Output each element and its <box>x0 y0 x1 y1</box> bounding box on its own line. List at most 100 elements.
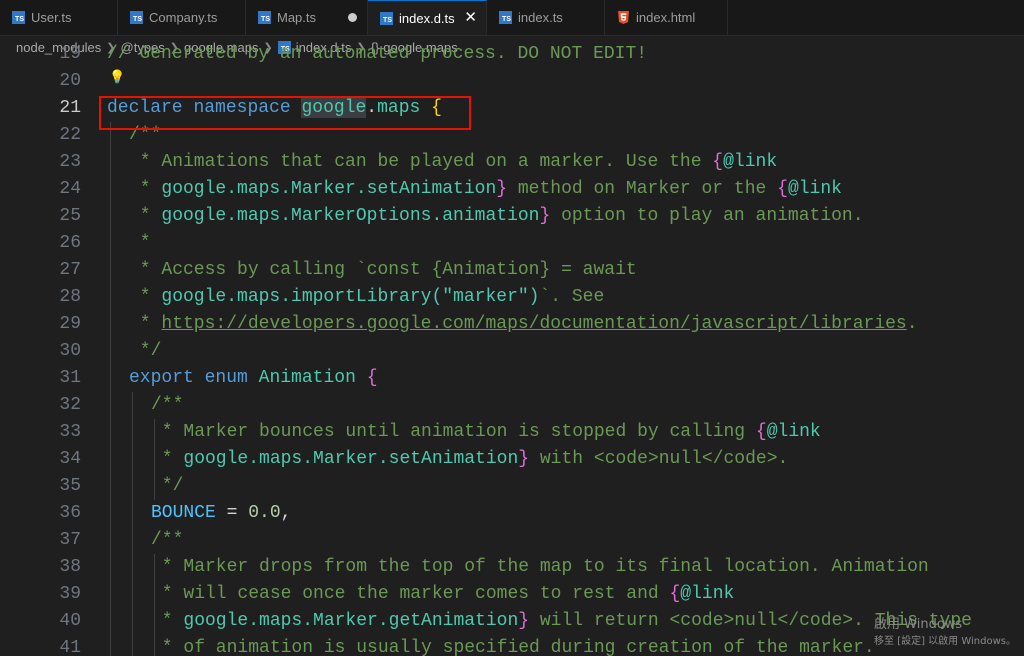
line-content: /** <box>151 392 183 419</box>
jsdoc-tag: @link <box>680 584 735 604</box>
comment-text: * Animations that can be played on a mar… <box>129 152 713 172</box>
line-content: * Animations that can be played on a mar… <box>129 149 777 176</box>
number-literal: 0.0 <box>248 503 281 523</box>
jsdoc-link-target: google.maps.MarkerOptions.animation <box>161 206 540 226</box>
code-line[interactable]: 30 */ <box>0 338 1024 365</box>
code-line[interactable]: 19 // Generated by an automated process. … <box>0 44 1024 68</box>
line-number: 19 <box>59 44 81 64</box>
jsdoc-link-target: google.maps.importLibrary("marker") <box>161 287 540 307</box>
tab-map-ts[interactable]: TS Map.ts <box>246 0 368 35</box>
line-number: 28 <box>59 287 81 307</box>
tab-index-d-ts[interactable]: TS index.d.ts ✕ <box>368 0 487 35</box>
code-line[interactable]: 20 <box>0 68 1024 95</box>
line-content: * will cease once the marker comes to re… <box>151 581 735 608</box>
line-content: export enum Animation { <box>129 365 378 392</box>
line-content: */ <box>129 338 162 365</box>
tab-label: Company.ts <box>149 10 218 25</box>
comment-text: * <box>151 449 184 469</box>
code-line[interactable]: 24 * google.maps.Marker.setAnimation} me… <box>0 176 1024 203</box>
indent-guide <box>154 419 155 500</box>
jsdoc-brace: } <box>518 449 530 469</box>
comment-text: /** <box>151 530 184 550</box>
comment-text: . <box>906 314 918 334</box>
jsdoc-link-target: google.maps.Marker.setAnimation <box>161 179 497 199</box>
line-number: 22 <box>59 125 81 145</box>
comment-text: * will cease once the marker comes to re… <box>151 584 670 604</box>
unsaved-dot-icon[interactable] <box>348 13 357 22</box>
comment-text: * <box>129 233 151 253</box>
jsdoc-tag: @link <box>787 179 842 199</box>
typescript-file-icon: TS <box>258 11 271 24</box>
code-editor[interactable]: 19 // Generated by an automated process. … <box>0 44 1024 656</box>
code-line[interactable]: 32 /** <box>0 392 1024 419</box>
comment-text: * Marker bounces until animation is stop… <box>151 422 756 442</box>
code-line[interactable]: 31 export enum Animation { <box>0 365 1024 392</box>
indent-guide <box>132 392 133 656</box>
html5-file-icon <box>617 11 630 24</box>
editor-tab-bar: TS User.ts TS Company.ts TS Map.ts TS in… <box>0 0 1024 36</box>
line-content: * Access by calling `const {Animation} =… <box>129 257 637 284</box>
line-number: 32 <box>59 395 81 415</box>
watermark-line2: 移至 [設定] 以啟用 Windows。 <box>874 636 1016 647</box>
jsdoc-brace: } <box>539 206 551 226</box>
typescript-file-icon: TS <box>12 11 25 24</box>
close-icon[interactable]: ✕ <box>464 9 477 27</box>
tab-index-ts[interactable]: TS index.ts <box>487 0 605 35</box>
enum-member: BOUNCE <box>151 503 216 523</box>
code-line[interactable]: 29 * https://developers.google.com/maps/… <box>0 311 1024 338</box>
line-content: * Marker bounces until animation is stop… <box>151 419 821 446</box>
comment-text: * of animation is usually specified duri… <box>151 638 875 656</box>
line-number: 38 <box>59 557 81 577</box>
line-number: 26 <box>59 233 81 253</box>
tab-index-html[interactable]: index.html <box>605 0 728 35</box>
tab-label: User.ts <box>31 10 72 25</box>
comment-text: * <box>129 179 162 199</box>
line-number: 29 <box>59 314 81 334</box>
line-number: 40 <box>59 611 81 631</box>
tab-company-ts[interactable]: TS Company.ts <box>118 0 246 35</box>
comment-text: */ <box>151 476 184 496</box>
code-line[interactable]: 23 * Animations that can be played on a … <box>0 149 1024 176</box>
code-line[interactable]: 26 * <box>0 230 1024 257</box>
comment-text: * Access by calling `const {Animation} =… <box>129 260 637 280</box>
line-number: 23 <box>59 152 81 172</box>
code-line[interactable]: 37 /** <box>0 527 1024 554</box>
keyword: export <box>129 368 194 388</box>
line-content: /** <box>151 527 183 554</box>
line-content: * google.maps.Marker.getAnimation} will … <box>151 608 972 635</box>
highlight-annotation-box <box>99 96 471 130</box>
code-line[interactable]: 27 * Access by calling `const {Animation… <box>0 257 1024 284</box>
tab-label: index.html <box>636 10 696 25</box>
line-number: 33 <box>59 422 81 442</box>
tab-user-ts[interactable]: TS User.ts <box>0 0 118 35</box>
comment-text: * <box>129 206 162 226</box>
code-line[interactable]: 28 * google.maps.importLibrary("marker")… <box>0 284 1024 311</box>
enum-identifier: Animation <box>258 368 356 388</box>
jsdoc-brace: { <box>777 179 788 199</box>
comment-text: * <box>129 314 162 334</box>
comment-text: with <code>null</code>. <box>529 449 789 469</box>
line-content: * of animation is usually specified duri… <box>151 635 875 656</box>
indent-guide <box>110 122 111 656</box>
code-line[interactable]: 25 * google.maps.MarkerOptions.animation… <box>0 203 1024 230</box>
line-number: 31 <box>59 368 81 388</box>
lightbulb-icon[interactable]: 💡 <box>109 69 125 85</box>
line-content: * <box>129 230 151 257</box>
line-number: 41 <box>59 638 81 656</box>
line-number: 21 <box>59 98 81 118</box>
code-line[interactable]: 36 BOUNCE = 0.0, <box>0 500 1024 527</box>
line-content: * google.maps.Marker.setAnimation} with … <box>151 446 789 473</box>
line-content: // Generated by an automated process. DO… <box>107 44 647 68</box>
line-number: 34 <box>59 449 81 469</box>
brace: { <box>366 368 378 388</box>
comment-text: * Marker drops from the top of the map t… <box>151 557 929 577</box>
line-content: BOUNCE = 0.0, <box>151 500 291 527</box>
line-content: * google.maps.Marker.setAnimation} metho… <box>129 176 842 203</box>
line-number: 25 <box>59 206 81 226</box>
tab-label: Map.ts <box>277 10 317 25</box>
tab-label: index.ts <box>518 10 563 25</box>
line-number: 30 <box>59 341 81 361</box>
line-number: 27 <box>59 260 81 280</box>
line-content: */ <box>151 473 184 500</box>
